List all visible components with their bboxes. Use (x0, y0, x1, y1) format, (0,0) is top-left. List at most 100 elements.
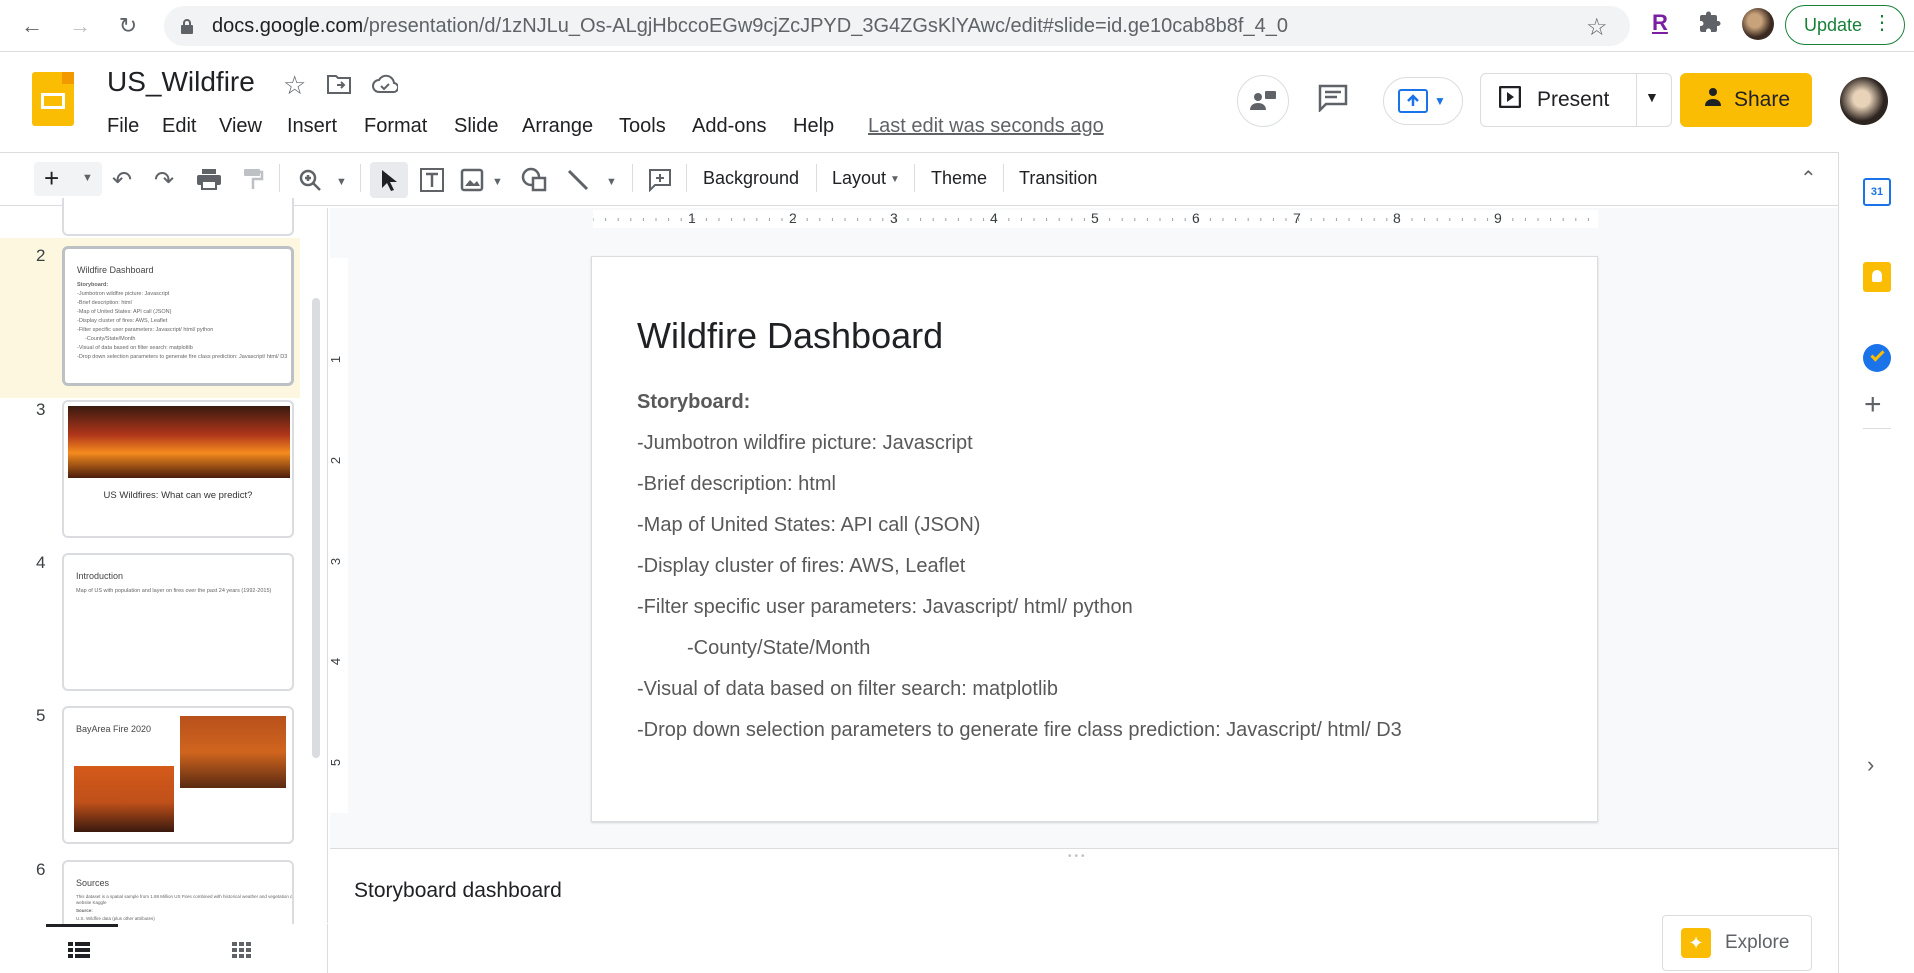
new-slide-button[interactable]: + ▼ (34, 162, 102, 196)
lock-person-icon (1702, 86, 1724, 114)
slide-thumbnail-2[interactable]: Wildfire Dashboard Storyboard: -Jumbotro… (62, 246, 294, 386)
horizontal-ruler[interactable]: 1 2 3 4 5 6 7 8 9 (593, 210, 1598, 228)
extension-r-icon[interactable]: R (1652, 10, 1668, 36)
slide-thumbnail-4[interactable]: Introduction Map of US with population a… (62, 553, 294, 691)
menu-format[interactable]: Format (364, 115, 427, 138)
ruler-label: 6 (1192, 210, 1200, 226)
slide-thumbnail-6[interactable]: Sources This dataset is a spatial sample… (62, 860, 294, 924)
select-cursor-icon[interactable] (370, 162, 408, 198)
keep-icon[interactable] (1863, 262, 1891, 292)
side-panel: 31 + › (1838, 152, 1914, 973)
calendar-icon[interactable]: 31 (1863, 178, 1891, 206)
more-vert-icon[interactable]: ⋮ (1872, 12, 1892, 34)
undo-icon[interactable]: ↶ (112, 166, 132, 195)
add-comment-icon[interactable] (648, 168, 672, 197)
menu-view[interactable]: View (219, 115, 262, 138)
reload-icon[interactable]: ↻ (112, 10, 144, 42)
menu-tools[interactable]: Tools (619, 115, 666, 138)
last-edit-link[interactable]: Last edit was seconds ago (868, 115, 1104, 138)
expand-side-panel-icon[interactable]: › (1867, 752, 1874, 778)
insert-image-icon[interactable] (460, 168, 484, 197)
filmstrip-scrollbar[interactable] (312, 298, 320, 758)
speaker-notes-panel[interactable]: ••• Storyboard dashboard (330, 848, 1838, 973)
lock-icon[interactable] (180, 18, 194, 39)
slide-body-text[interactable]: Storyboard: -Jumbotron wildfire picture:… (637, 382, 1402, 751)
comment-history-icon[interactable] (1318, 84, 1348, 117)
slide-body-line: -Map of United States: API call (JSON) (637, 514, 981, 536)
theme-button[interactable]: Theme (931, 168, 987, 189)
paint-format-icon[interactable] (242, 168, 264, 195)
vertical-ruler[interactable]: 1 2 3 4 5 (328, 258, 348, 813)
menu-arrange[interactable]: Arrange (522, 115, 593, 138)
thumb-3-caption: US Wildfires: What can we predict? (103, 490, 253, 501)
filmstrip-view-icon[interactable] (68, 942, 90, 963)
slide-filmstrip: 2 Wildfire Dashboard Storyboard: -Jumbot… (0, 198, 328, 924)
menu-edit[interactable]: Edit (162, 115, 196, 138)
meet-dropdown-icon[interactable]: ▼ (1434, 94, 1446, 108)
print-icon[interactable] (196, 168, 222, 195)
slide-title[interactable]: Wildfire Dashboard (637, 315, 943, 357)
zoom-dropdown-icon[interactable]: ▼ (336, 176, 347, 188)
tasks-icon[interactable] (1863, 344, 1891, 372)
layout-dropdown-icon[interactable]: ▼ (890, 174, 900, 185)
slide-number-3: 3 (36, 400, 46, 419)
text-box-icon[interactable] (418, 166, 446, 199)
meeting-icon[interactable] (1237, 75, 1289, 127)
ruler-label: 2 (789, 210, 797, 226)
bookmark-star-icon[interactable]: ☆ (1586, 13, 1608, 42)
thumb-4-title: Introduction (76, 571, 124, 581)
move-folder-icon[interactable] (327, 74, 351, 99)
slide-thumbnail-1[interactable] (62, 198, 294, 236)
redo-icon[interactable]: ↷ (154, 166, 174, 195)
thumb-6-title: Sources (76, 878, 110, 888)
browser-toolbar: ← → ↻ docs.google.com/presentation/d/1zN… (0, 0, 1914, 52)
ruler-label: 1 (328, 355, 344, 364)
zoom-icon[interactable] (298, 168, 322, 197)
slide-thumbnail-5[interactable]: BayArea Fire 2020 (62, 706, 294, 844)
filmstrip-view-controls (0, 924, 328, 973)
explore-button[interactable]: ✦ Explore (1662, 915, 1812, 971)
document-title[interactable]: US_Wildfire (107, 66, 255, 98)
present-button[interactable]: Present ▼ (1480, 73, 1672, 127)
url-text: docs.google.com/presentation/d/1zNJLu_Os… (212, 6, 1288, 46)
update-button[interactable]: Update ⋮ (1785, 5, 1905, 45)
menu-addons[interactable]: Add-ons (692, 115, 767, 138)
share-button[interactable]: Share (1680, 73, 1812, 127)
plus-icon: + (44, 163, 60, 193)
slide-body-indented-line: -County/State/Month (687, 637, 871, 659)
cloud-saved-icon[interactable] (372, 74, 400, 99)
collapse-toolbar-icon[interactable]: ⌃ (1800, 166, 1817, 191)
slide-body-line: -Visual of data based on filter search: … (637, 678, 1058, 700)
url-host: docs.google.com (212, 15, 364, 37)
speaker-notes-text[interactable]: Storyboard dashboard (354, 879, 562, 903)
transition-button[interactable]: Transition (1019, 168, 1097, 189)
meet-present-button[interactable]: ▼ (1383, 77, 1463, 125)
present-label: Present (1537, 88, 1610, 111)
extensions-puzzle-icon[interactable] (1698, 10, 1722, 39)
line-dropdown-icon[interactable]: ▼ (606, 176, 617, 188)
menu-help[interactable]: Help (793, 115, 834, 138)
shape-icon[interactable] (520, 166, 548, 197)
forward-icon[interactable]: → (64, 10, 96, 42)
address-bar[interactable]: docs.google.com/presentation/d/1zNJLu_Os… (164, 6, 1630, 46)
new-slide-dropdown-icon[interactable]: ▼ (82, 172, 93, 184)
menu-insert[interactable]: Insert (287, 115, 337, 138)
grid-view-icon[interactable] (232, 942, 252, 963)
notes-resize-handle[interactable]: ••• (1068, 851, 1088, 862)
line-icon[interactable] (566, 168, 590, 197)
menu-file[interactable]: File (107, 115, 139, 138)
ruler-label: 3 (890, 210, 898, 226)
current-slide[interactable]: Wildfire Dashboard Storyboard: -Jumbotro… (591, 256, 1598, 822)
account-avatar[interactable] (1840, 77, 1888, 125)
present-dropdown-icon[interactable]: ▼ (1645, 89, 1659, 105)
back-icon[interactable]: ← (16, 10, 48, 42)
profile-avatar[interactable] (1742, 8, 1774, 40)
slide-thumbnail-3[interactable]: US Wildfires: What can we predict? (62, 400, 294, 538)
background-button[interactable]: Background (703, 168, 799, 189)
layout-button[interactable]: Layout (832, 168, 886, 189)
add-addon-icon[interactable]: + (1864, 388, 1882, 422)
star-icon[interactable]: ☆ (283, 70, 306, 101)
menu-slide[interactable]: Slide (454, 115, 498, 138)
slides-logo-icon[interactable] (32, 72, 74, 126)
image-dropdown-icon[interactable]: ▼ (492, 176, 503, 188)
